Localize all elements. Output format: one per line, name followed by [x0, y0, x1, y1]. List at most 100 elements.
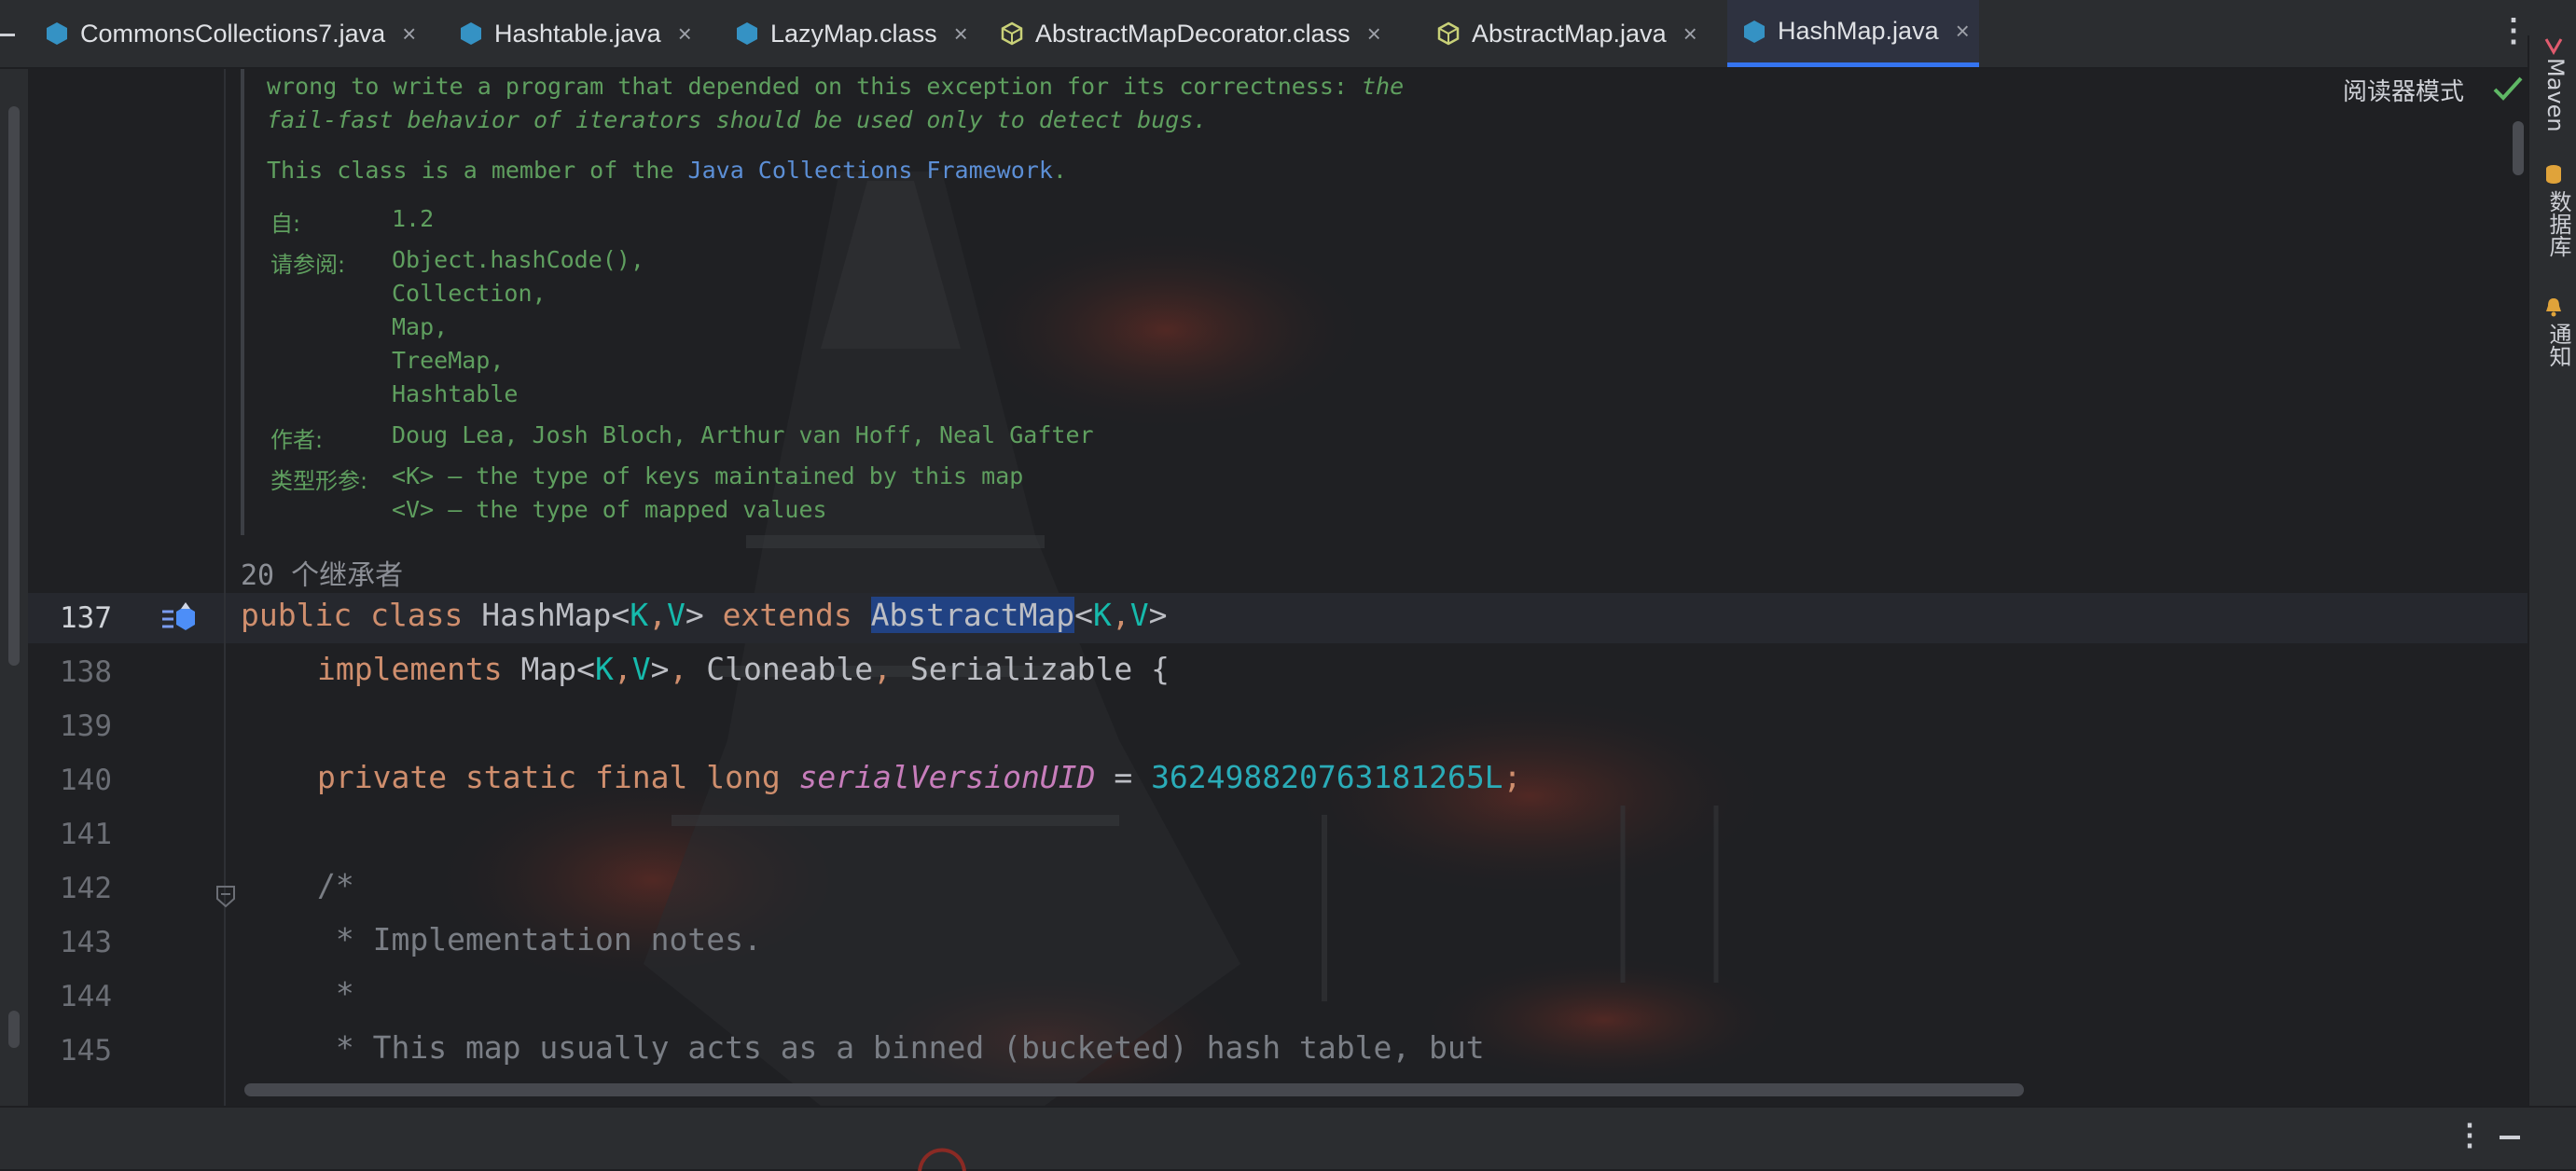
- tab-label: AbstractMapDecorator.class: [1035, 19, 1350, 48]
- tab-commonscollections7[interactable]: CommonsCollections7.java ×: [45, 0, 416, 67]
- java-class-icon: [737, 22, 757, 45]
- code-line-137[interactable]: public class HashMap<K,V> extends Abstra…: [241, 597, 1167, 633]
- doc-line: This class is a member of the: [267, 157, 688, 184]
- close-icon[interactable]: ×: [678, 20, 692, 48]
- type-param: V: [666, 597, 686, 633]
- notifications-tool-label[interactable]: 通知: [2542, 323, 2575, 367]
- more-options-icon[interactable]: ⋮: [2455, 1117, 2485, 1152]
- doc-italic: fail-fast behavior of iterators should b…: [267, 106, 1208, 133]
- vertical-scrollbar[interactable]: [2513, 121, 2524, 175]
- punct: >: [685, 597, 723, 633]
- type-name: Serializable {: [909, 651, 1170, 687]
- collections-framework-link[interactable]: Java Collections Framework: [688, 157, 1053, 184]
- code-line-145[interactable]: * This map usually acts as a binned (buc…: [317, 1029, 1485, 1066]
- type-param: K: [595, 651, 614, 687]
- database-tool-label[interactable]: 数据库: [2542, 190, 2575, 257]
- gutter-divider: [224, 69, 226, 1106]
- punct: <: [1074, 597, 1093, 633]
- keyword: extends: [722, 597, 871, 633]
- type-param: K: [630, 597, 649, 633]
- doc-text: fail-fast behavior of iterators should b…: [267, 106, 1207, 133]
- horizontal-scrollbar[interactable]: [244, 1083, 2024, 1096]
- line-number: 140: [60, 764, 112, 797]
- type-param: K: [1092, 597, 1112, 633]
- selected-text[interactable]: AbstractMap: [870, 597, 1075, 633]
- minimize-icon[interactable]: [2500, 1136, 2520, 1139]
- close-icon[interactable]: ×: [1683, 20, 1697, 48]
- line-number: 144: [60, 980, 112, 1013]
- type-param-v: <V> – the type of mapped values: [392, 496, 827, 523]
- doc-line: .: [1052, 157, 1067, 184]
- reader-mode-button[interactable]: 阅读器模式: [2343, 73, 2464, 107]
- left-scroll-thumb[interactable]: [8, 106, 20, 666]
- see-also-link[interactable]: Object.hashCode(),: [392, 246, 644, 273]
- left-tool-stripe: [0, 69, 28, 1106]
- keyword: implements: [317, 651, 521, 687]
- close-icon[interactable]: ×: [954, 20, 968, 48]
- close-icon[interactable]: ×: [402, 20, 416, 48]
- doc-text: This class is a member of the Java Colle…: [267, 157, 1067, 184]
- since-value: 1.2: [392, 205, 435, 232]
- more-tabs-icon[interactable]: ⋮: [2498, 15, 2529, 47]
- tab-label: AbstractMap.java: [1472, 19, 1667, 48]
- java-class-icon: [47, 22, 67, 45]
- line-number: 137: [60, 601, 112, 635]
- tab-label: LazyMap.class: [770, 19, 937, 48]
- database-icon[interactable]: [2544, 164, 2563, 185]
- author-label: 作者:: [270, 427, 324, 453]
- code-line-143[interactable]: * Implementation notes.: [317, 921, 762, 957]
- tab-hashtable[interactable]: Hashtable.java ×: [459, 0, 692, 67]
- maven-tool-label[interactable]: Maven: [2542, 58, 2569, 132]
- close-icon[interactable]: ×: [1956, 17, 1970, 46]
- punct: ,: [669, 651, 707, 687]
- see-also-link[interactable]: Collection,: [392, 280, 547, 307]
- notification-bell-icon[interactable]: [2544, 296, 2563, 317]
- left-scroll-thumb[interactable]: [8, 1011, 20, 1048]
- code-line-144[interactable]: *: [317, 975, 354, 1012]
- check-icon[interactable]: [2492, 75, 2524, 103]
- tab-label: CommonsCollections7.java: [80, 19, 386, 48]
- see-also-link[interactable]: Map,: [392, 313, 448, 340]
- type-param-k: <K> – the type of keys maintained by thi…: [392, 462, 1024, 489]
- inheritors-hint[interactable]: 20 个继承者: [241, 552, 403, 593]
- tab-hashmap[interactable]: HashMap.java ×: [1727, 0, 1979, 67]
- editor-tab-bar: CommonsCollections7.java × Hashtable.jav…: [0, 0, 2576, 69]
- right-tool-stripe: Maven 数据库 通知: [2528, 35, 2576, 1106]
- abstract-class-icon: [1001, 21, 1023, 46]
- java-class-icon: [461, 22, 481, 45]
- tab-abstractmapdecorator[interactable]: AbstractMapDecorator.class ×: [1000, 0, 1381, 67]
- code-line-142[interactable]: /*: [317, 867, 354, 903]
- type-param: V: [631, 651, 651, 687]
- type-param-label: 类型形参:: [270, 468, 368, 494]
- tab-lazymap[interactable]: LazyMap.class ×: [735, 0, 968, 67]
- code-line-138[interactable]: implements Map<K,V>, Cloneable, Serializ…: [317, 651, 1170, 687]
- subclasses-gutter-icon[interactable]: [160, 602, 198, 636]
- punct: ,: [613, 651, 632, 687]
- bottom-panel-bar: ⋮: [0, 1106, 2576, 1171]
- type-name: Map<: [520, 651, 596, 687]
- keyword: private static final long: [317, 759, 799, 795]
- punct: ,: [648, 597, 667, 633]
- line-number: 142: [60, 872, 112, 905]
- see-also-link[interactable]: TreeMap,: [392, 347, 504, 374]
- punct: ;: [1503, 759, 1522, 795]
- punct: >: [1148, 597, 1168, 633]
- see-also-label: 请参阅:: [270, 252, 346, 278]
- maven-icon[interactable]: [2544, 35, 2563, 56]
- doc-italic: the: [1362, 73, 1405, 100]
- tab-label: Hashtable.java: [494, 19, 661, 48]
- abstract-class-icon: [1437, 21, 1460, 46]
- class-name: HashMap<: [481, 597, 630, 633]
- code-line-140[interactable]: private static final long serialVersionU…: [317, 759, 1521, 795]
- tab-label: HashMap.java: [1778, 17, 1939, 45]
- type-name: Cloneable: [706, 651, 874, 687]
- see-also-link[interactable]: Hashtable: [392, 380, 518, 407]
- fold-icon[interactable]: [215, 884, 237, 910]
- code-editor[interactable]: wrong to write a program that depended o…: [0, 69, 2528, 1106]
- doc-line: wrong to write a program that depended o…: [267, 73, 1362, 100]
- close-icon[interactable]: ×: [1367, 20, 1381, 48]
- tab-abstractmap[interactable]: AbstractMap.java ×: [1436, 0, 1697, 67]
- collapse-dash-icon[interactable]: [0, 34, 15, 36]
- type-param: V: [1129, 597, 1149, 633]
- punct: ,: [873, 651, 910, 687]
